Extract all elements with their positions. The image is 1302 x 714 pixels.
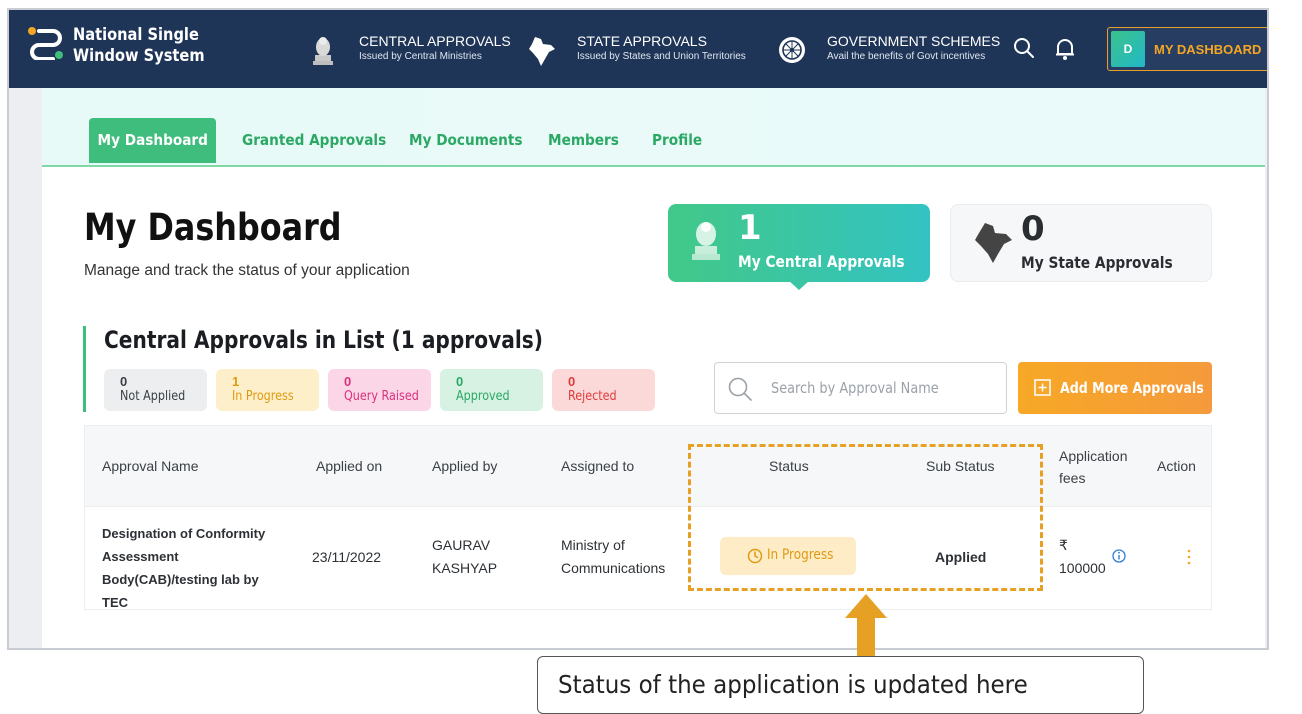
nsws-logo-icon — [28, 27, 63, 60]
nav-state-subtitle: Issued by States and Union Territories — [577, 51, 746, 62]
cell-approval-name: Designation of Conformity Assessment Bod… — [102, 526, 266, 610]
page-subtitle: Manage and track the status of your appl… — [84, 262, 410, 279]
chip-in-progress[interactable]: 1 In Progress — [216, 369, 319, 411]
chip-query-raised-label: Query Raised — [344, 389, 419, 404]
cell-applied-by: GAURAV KASHYAP — [432, 537, 498, 576]
emblem-icon — [692, 222, 720, 260]
annotation-callout-text: Status of the application is updated her… — [558, 670, 1028, 699]
nav-central-subtitle: Issued by Central Ministries — [359, 51, 482, 62]
chevron-down-icon — [1268, 47, 1269, 53]
nav-state-title: STATE APPROVALS — [577, 33, 707, 49]
section-accent-bar — [83, 326, 86, 412]
add-more-approvals-button[interactable]: Add More Approvals — [1018, 362, 1212, 414]
logo-line-1: National Single — [73, 25, 199, 45]
central-approvals-card[interactable]: 1 My Central Approvals — [668, 204, 930, 290]
col-applied-on: Applied on — [316, 458, 383, 474]
cell-fees-amount: 100000 — [1059, 560, 1106, 576]
chip-approved-label: Approved — [456, 389, 510, 404]
chip-rejected[interactable]: 0 Rejected — [552, 369, 655, 411]
col-assigned-to: Assigned to — [561, 458, 635, 474]
tab-profile[interactable]: Profile — [652, 118, 702, 163]
tab-my-dashboard[interactable]: My Dashboard — [89, 118, 216, 163]
page-title: My Dashboard — [84, 206, 342, 249]
cell-fees-currency: ₹ — [1059, 537, 1068, 553]
logo-line-2: Window System — [73, 46, 205, 66]
kebab-menu-icon[interactable] — [1186, 549, 1192, 565]
nav-schemes-title: GOVERNMENT SCHEMES — [827, 33, 1001, 49]
tab-my-dashboard-label: My Dashboard — [97, 131, 208, 149]
chip-approved-count: 0 — [456, 374, 464, 389]
col-application-fees: Application fees — [1059, 448, 1128, 486]
chip-query-raised-count: 0 — [344, 374, 352, 389]
tab-members[interactable]: Members — [548, 118, 619, 163]
add-more-approvals-label: Add More Approvals — [1060, 379, 1204, 397]
avatar: D — [1111, 31, 1145, 67]
chip-not-applied[interactable]: 0 Not Applied — [104, 369, 207, 411]
nav-central-title: CENTRAL APPROVALS — [359, 33, 511, 49]
india-map-icon — [975, 223, 1012, 263]
search-icon — [728, 377, 752, 401]
state-approvals-count: 0 — [1021, 209, 1045, 249]
my-dashboard-menu-label: MY DASHBOARD — [1154, 42, 1262, 57]
add-icon — [1034, 379, 1051, 396]
dashboard-panel: My Dashboard Granted Approvals My Docume… — [42, 88, 1265, 648]
tab-granted-approvals[interactable]: Granted Approvals — [242, 118, 386, 163]
emblem-icon — [313, 37, 333, 65]
ashoka-chakra-icon — [779, 37, 805, 63]
chip-approved[interactable]: 0 Approved — [440, 369, 543, 411]
nav-schemes-subtitle: Avail the benefits of Govt incentives — [827, 51, 986, 62]
section-title: Central Approvals in List (1 approvals) — [104, 326, 543, 354]
top-navigation-bar: National Single Window System CENTRAL AP… — [9, 10, 1267, 88]
bell-icon[interactable] — [1054, 37, 1076, 61]
state-approvals-card[interactable]: 0 My State Approvals — [950, 204, 1212, 282]
chip-in-progress-count: 1 — [232, 374, 240, 389]
chip-not-applied-count: 0 — [120, 374, 128, 389]
cell-assigned-to: Ministry of Communications — [561, 537, 666, 576]
annotation-callout: Status of the application is updated her… — [537, 656, 1144, 714]
my-dashboard-menu-button[interactable]: D MY DASHBOARD — [1107, 27, 1269, 71]
status-highlight-box — [688, 444, 1043, 591]
arrow-up-icon — [845, 594, 887, 658]
cell-applied-on: 23/11/2022 — [312, 549, 382, 565]
info-icon[interactable] — [1112, 549, 1126, 563]
col-action: Action — [1157, 458, 1196, 474]
central-approvals-count: 1 — [738, 208, 762, 248]
chip-rejected-count: 0 — [568, 374, 576, 389]
india-map-icon — [529, 37, 555, 66]
logo-text: National Single Window System — [73, 25, 205, 67]
col-applied-by: Applied by — [432, 458, 498, 474]
search-icon[interactable] — [1013, 37, 1035, 59]
tab-bar: My Dashboard Granted Approvals My Docume… — [42, 88, 1265, 167]
search-placeholder: Search by Approval Name — [771, 379, 939, 397]
chip-query-raised[interactable]: 0 Query Raised — [328, 369, 431, 411]
chip-not-applied-label: Not Applied — [120, 389, 186, 404]
chip-in-progress-label: In Progress — [232, 389, 294, 404]
approval-search-input[interactable]: Search by Approval Name — [714, 362, 1007, 414]
browser-screenshot: National Single Window System CENTRAL AP… — [7, 8, 1269, 650]
col-approval-name: Approval Name — [102, 458, 199, 474]
central-approvals-label: My Central Approvals — [738, 252, 905, 271]
state-approvals-label: My State Approvals — [1021, 253, 1173, 272]
tab-my-documents[interactable]: My Documents — [409, 118, 523, 163]
nsws-logo[interactable]: National Single Window System — [27, 25, 205, 66]
chip-rejected-label: Rejected — [568, 389, 617, 404]
